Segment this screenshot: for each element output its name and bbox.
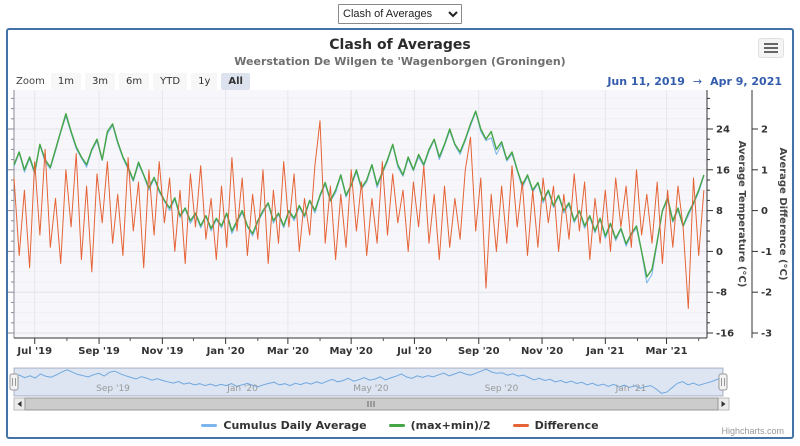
- legend-label-maxmin: (max+min)/2: [411, 419, 491, 432]
- range-button-1m[interactable]: 1m: [51, 73, 81, 90]
- x-axis-label: Jan '20: [206, 346, 245, 357]
- legend-item-difference[interactable]: Difference: [513, 419, 599, 432]
- legend-item-maxmin[interactable]: (max+min)/2: [389, 419, 491, 432]
- range-button-3m[interactable]: 3m: [85, 73, 115, 90]
- legend-swatch-cumulus: [201, 424, 217, 427]
- temp-axis-label: 24: [716, 125, 730, 136]
- x-axis-label: Mar '21: [645, 346, 687, 357]
- diff-axis-label: 2: [761, 125, 768, 136]
- x-axis-label: Nov '20: [521, 346, 563, 357]
- range-button-ytd[interactable]: YTD: [153, 73, 187, 90]
- navigator-axis-label: Jan '20: [226, 384, 258, 394]
- legend-item-cumulus[interactable]: Cumulus Daily Average: [201, 419, 366, 432]
- x-axis-label: Jul '20: [396, 346, 432, 357]
- chart-container: Clash of Averages Weerstation De Wilgen …: [6, 28, 794, 439]
- top-toolbar: Clash of Averages: [0, 0, 800, 28]
- x-axis-label: May '20: [329, 346, 372, 357]
- x-axis-label: Jul '19: [16, 346, 52, 357]
- legend: Cumulus Daily Average (max+min)/2 Differ…: [8, 419, 792, 432]
- legend-label-difference: Difference: [535, 419, 599, 432]
- range-button-all[interactable]: All: [221, 73, 250, 90]
- diff-axis-label: -2: [761, 288, 772, 299]
- navigator-axis-label: May '20: [353, 384, 389, 394]
- x-axis-label: Mar '20: [267, 346, 309, 357]
- diff-axis-label: 1: [761, 165, 768, 176]
- navigator-handle-left[interactable]: [10, 374, 18, 390]
- temp-axis-label: -16: [716, 329, 734, 340]
- temp-axis-label: -8: [716, 288, 727, 299]
- x-axis-label: Sep '19: [78, 346, 120, 357]
- range-dates: Jun 11, 2019 → Apr 9, 2021: [605, 74, 784, 89]
- chart-plot-svg: Jul '19 Sep '19 Nov '19 Jan '20 Mar '20 May '…: [8, 88, 792, 418]
- x-axis-label: Sep '20: [458, 346, 500, 357]
- navigator-axis-label: Jan '21: [615, 384, 647, 394]
- range-date-to[interactable]: Apr 9, 2021: [708, 74, 784, 89]
- chart-select[interactable]: Clash of Averages: [338, 4, 462, 24]
- x-axis-label: Jan '21: [585, 346, 624, 357]
- chart-title: Clash of Averages: [8, 37, 792, 53]
- legend-swatch-difference: [513, 424, 529, 427]
- diff-axis-title: Average Difference (°C): [777, 148, 788, 281]
- highcharts-credits[interactable]: Highcharts.com: [721, 426, 784, 436]
- x-axis-label: Nov '19: [141, 346, 183, 357]
- temp-axis-label: 16: [716, 165, 730, 176]
- range-date-from[interactable]: Jun 11, 2019: [605, 74, 687, 89]
- temp-axis-title: Average Temperature (°C): [736, 141, 747, 288]
- diff-axis-label: -3: [761, 329, 772, 340]
- temp-axis-label: 8: [716, 206, 723, 217]
- navigator-axis-label: Sep '19: [96, 384, 130, 394]
- navigator-handle-right[interactable]: [719, 374, 727, 390]
- diff-axis-label: -1: [761, 247, 772, 258]
- range-button-6m[interactable]: 6m: [119, 73, 149, 90]
- temp-axis-label: 0: [716, 247, 723, 258]
- zoom-label: Zoom: [16, 76, 45, 87]
- navigator-axis-label: Sep '20: [485, 384, 519, 394]
- legend-swatch-maxmin: [389, 424, 405, 427]
- chart-subtitle: Weerstation De Wilgen te 'Wagenborgen (G…: [8, 55, 792, 68]
- legend-label-cumulus: Cumulus Daily Average: [223, 419, 366, 432]
- diff-axis-label: 0: [761, 206, 768, 217]
- range-button-1y[interactable]: 1y: [191, 73, 217, 90]
- range-arrow-icon: →: [693, 75, 702, 88]
